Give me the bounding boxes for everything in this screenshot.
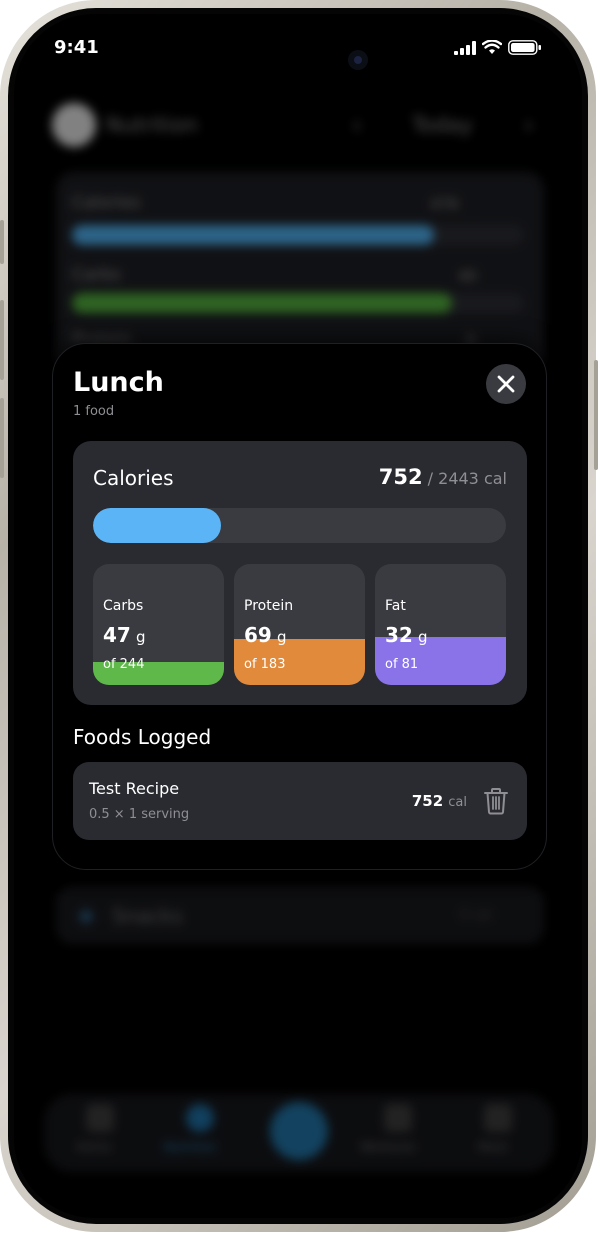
header-date[interactable]: Today (412, 113, 473, 137)
close-icon (497, 375, 515, 393)
calories-unit: cal (483, 469, 507, 488)
cellular-signal-icon (454, 40, 476, 55)
tab-nutrition[interactable]: Nutrition (164, 1140, 217, 1154)
macro-value-fat: 32 (385, 623, 413, 647)
macro-amount-fat: 32 g (385, 623, 427, 647)
macro-goal-carbs: of 244 (103, 657, 145, 672)
meal-detail-modal: Lunch 1 food Calories 752 / 2443 cal Car… (52, 343, 547, 870)
macro-goal-fat: of 81 (385, 657, 419, 672)
summary-value-calories: 476 (430, 195, 459, 213)
status-icons (454, 40, 542, 55)
app-logo (52, 103, 96, 147)
status-bar: 9:41 (0, 0, 600, 90)
meal-food-count: 1 food (73, 404, 115, 419)
macro-unit-protein: g (276, 628, 287, 646)
tab-home[interactable]: Home (76, 1140, 111, 1154)
wifi-icon (482, 40, 502, 54)
add-entry-button[interactable] (270, 1102, 328, 1160)
summary-bar-calories (72, 225, 434, 245)
food-item[interactable]: Test Recipe 0.5 × 1 serving 752 cal (73, 762, 527, 840)
macro-unit-fat: g (417, 628, 428, 646)
macro-label-protein: Protein (244, 598, 294, 614)
macro-unit-carbs: g (135, 628, 146, 646)
macro-label-carbs: Carbs (103, 598, 144, 614)
battery-icon (508, 40, 541, 55)
calories-current: 752 (378, 465, 423, 489)
nutrition-icon[interactable] (186, 1104, 214, 1132)
status-time: 9:41 (54, 37, 99, 58)
macro-label-fat: Fat (385, 598, 406, 614)
macro-value-protein: 69 (244, 623, 272, 647)
calories-progress-fill (93, 508, 222, 543)
summary-label-carbs: Carbs (72, 265, 121, 285)
snacks-meta: 0 cal (460, 908, 492, 923)
trash-icon[interactable] (483, 787, 509, 815)
macro-amount-carbs: 47 g (103, 623, 145, 647)
calories-progress-track (93, 508, 506, 543)
macro-amount-protein: 69 g (244, 623, 286, 647)
food-calories-unit: cal (448, 795, 467, 810)
calories-label: Calories (93, 466, 174, 490)
calories-goal: 2443 (438, 469, 479, 488)
workouts-icon[interactable] (384, 1104, 412, 1132)
summary-label-calories: Calories (72, 193, 141, 213)
macro-card-carbs: Carbs 47 g of 244 (93, 564, 224, 685)
foods-logged-title: Foods Logged (73, 725, 212, 749)
summary-value-carbs: 40 (458, 267, 478, 285)
macro-card-fat: Fat 32 g of 81 (375, 564, 506, 685)
calories-values: 752 / 2443 cal (379, 465, 507, 489)
tab-more[interactable]: More (478, 1140, 508, 1154)
calories-separator: / (427, 469, 434, 488)
macro-value-carbs: 47 (103, 623, 131, 647)
add-icon[interactable]: + (76, 902, 96, 930)
calories-card: Calories 752 / 2443 cal Carbs 47 g of 24… (73, 441, 527, 705)
food-name: Test Recipe (89, 779, 180, 798)
previous-day-icon[interactable]: ‹ (352, 111, 362, 139)
macro-goal-protein: of 183 (244, 657, 286, 672)
home-icon[interactable] (86, 1104, 114, 1132)
more-icon[interactable] (484, 1104, 512, 1132)
summary-bar-carbs (72, 293, 452, 313)
macro-card-protein: Protein 69 g of 183 (234, 564, 365, 685)
food-serving: 0.5 × 1 serving (89, 807, 190, 822)
food-calories-value: 752 (411, 792, 444, 810)
next-day-icon[interactable]: › (524, 111, 534, 139)
snacks-label: Snacks (112, 904, 183, 928)
meal-title: Lunch (73, 367, 164, 398)
header-title: Nutrition (106, 113, 198, 137)
tab-workouts[interactable]: Workouts (360, 1140, 416, 1154)
food-calories: 752 cal (412, 791, 467, 810)
close-button[interactable] (486, 364, 526, 404)
